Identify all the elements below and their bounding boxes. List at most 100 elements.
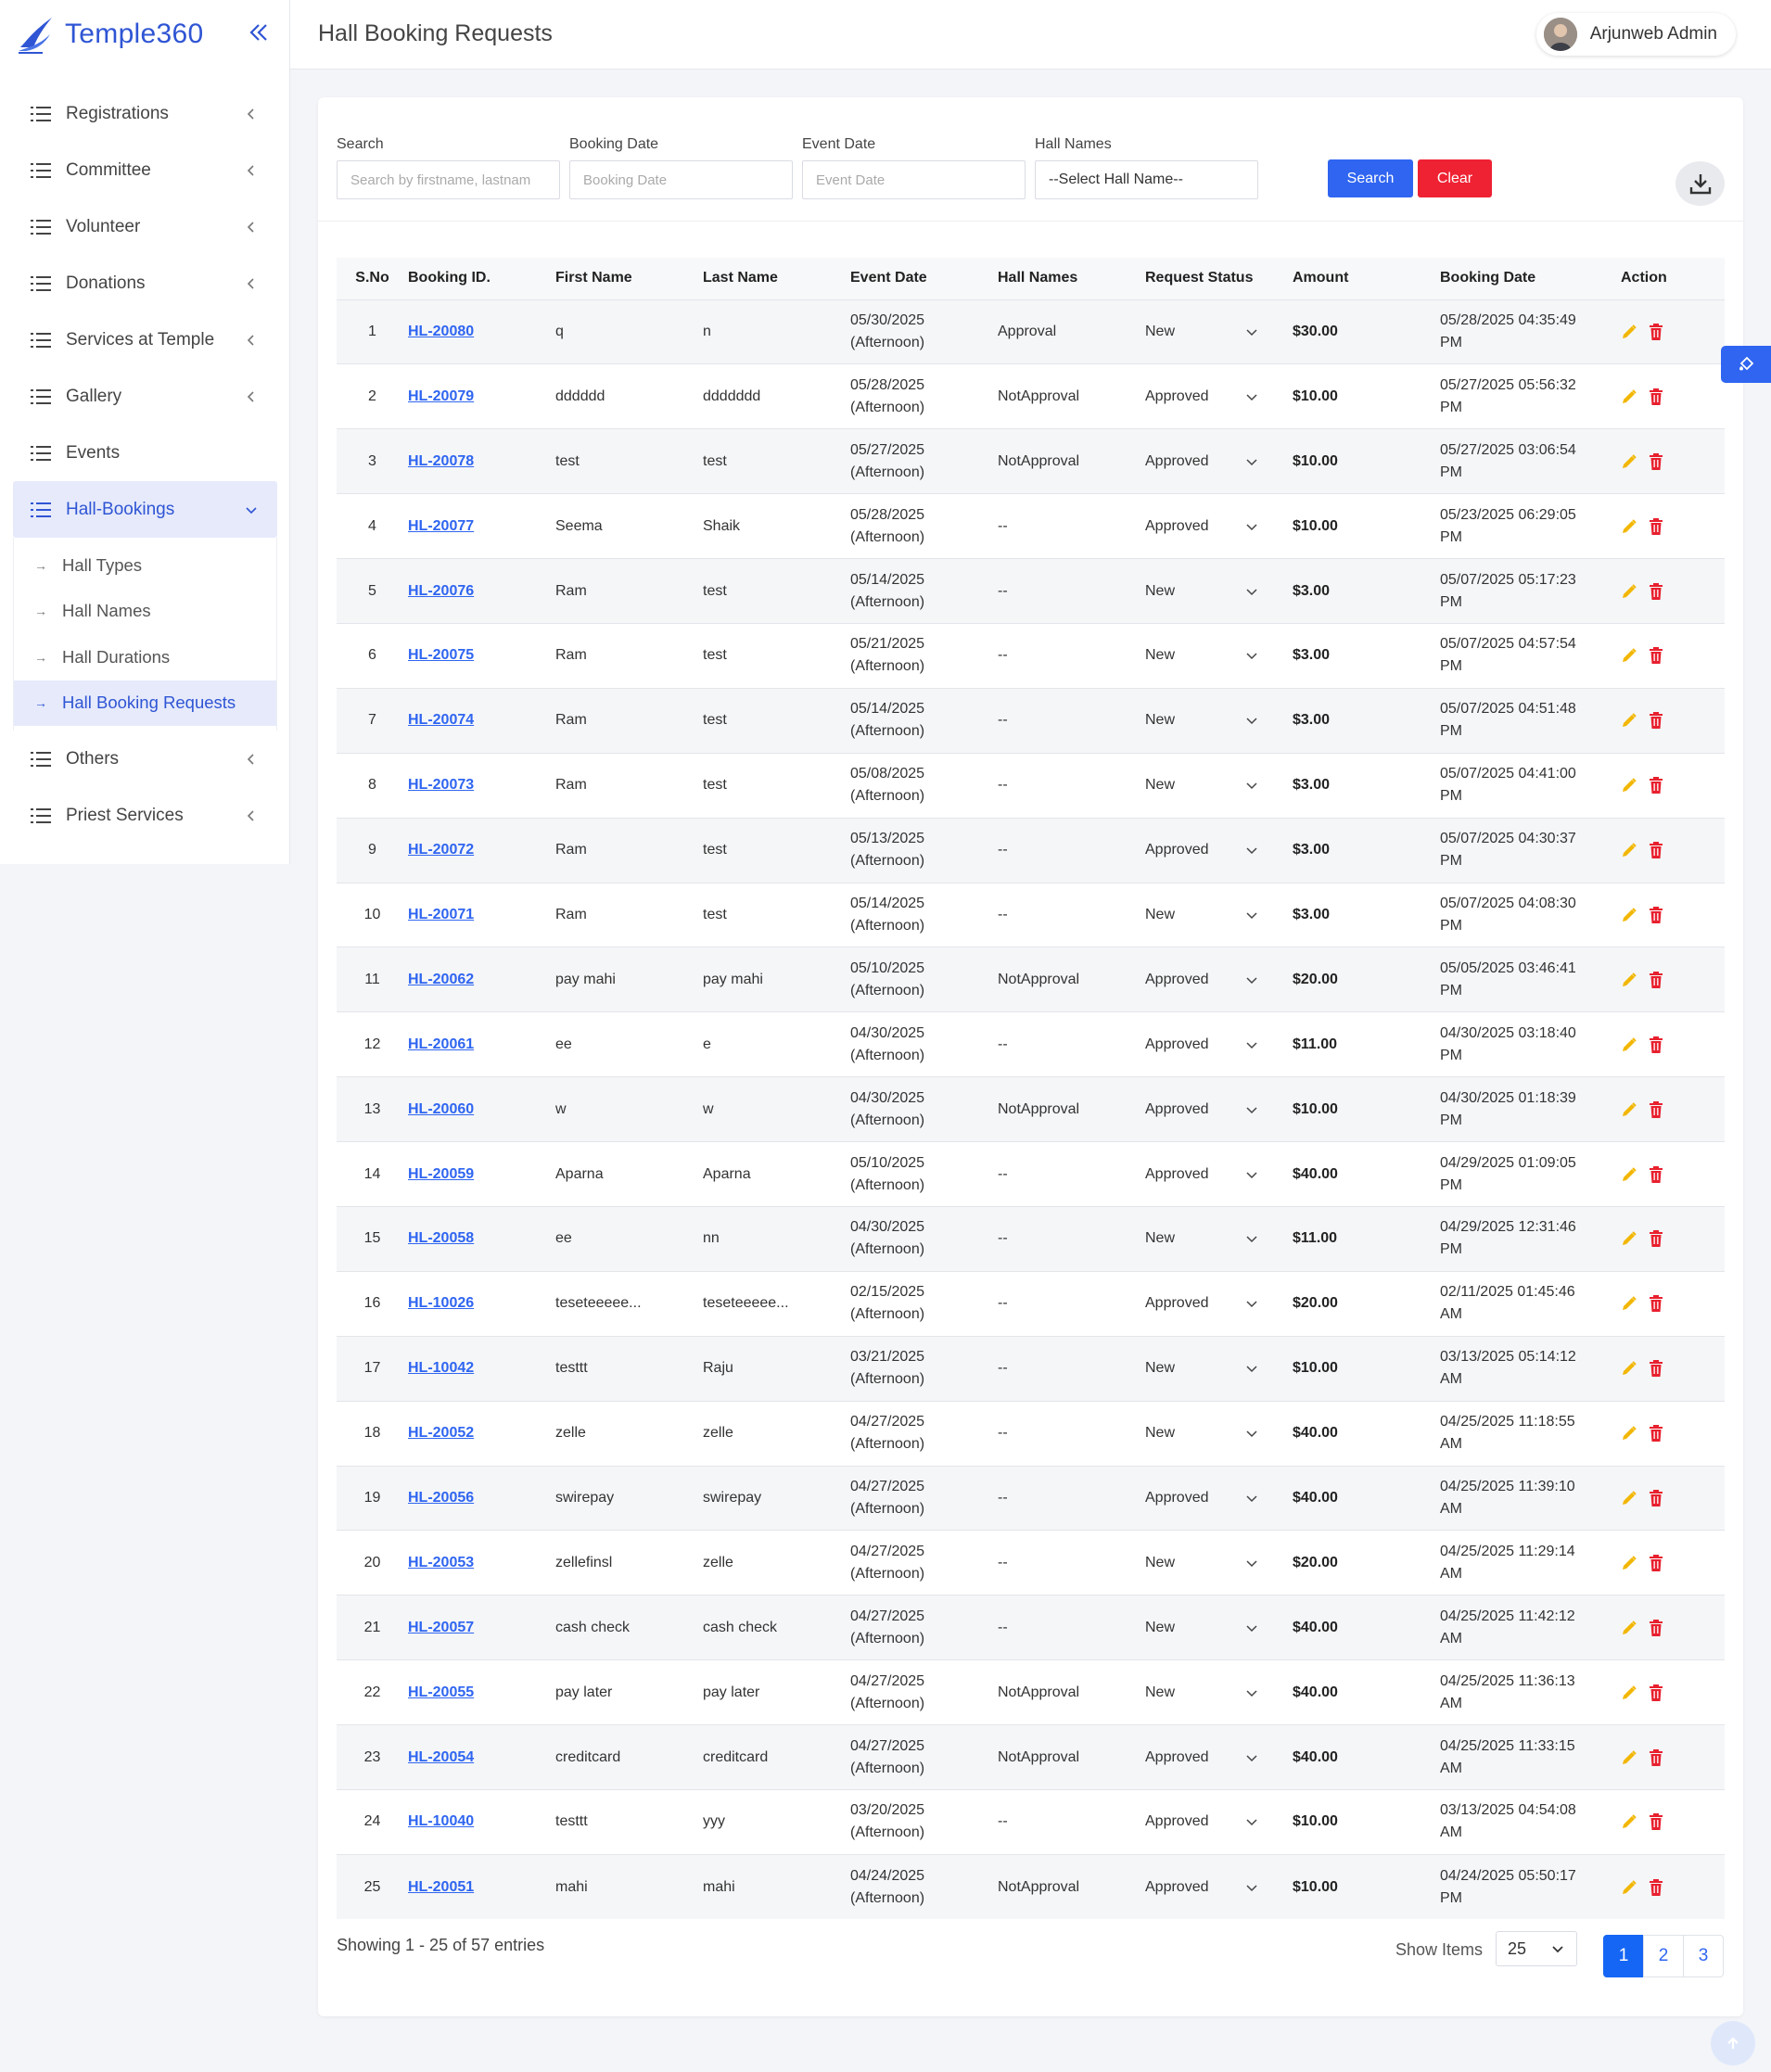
request-status-select[interactable]: Approved bbox=[1145, 969, 1258, 991]
sidebar-item-others[interactable]: Others bbox=[0, 731, 290, 787]
booking-id-link[interactable]: HL-20071 bbox=[408, 907, 474, 922]
booking-date-input[interactable]: Booking Date bbox=[569, 160, 793, 199]
booking-id-link[interactable]: HL-20060 bbox=[408, 1101, 474, 1117]
booking-id-link[interactable]: HL-20075 bbox=[408, 647, 474, 663]
booking-id-link[interactable]: HL-10026 bbox=[408, 1295, 474, 1311]
request-status-select[interactable]: Approved bbox=[1145, 1034, 1258, 1056]
delete-trash-icon[interactable] bbox=[1649, 323, 1663, 340]
booking-id-link[interactable]: HL-20054 bbox=[408, 1749, 474, 1765]
edit-pencil-icon[interactable] bbox=[1621, 1490, 1637, 1506]
booking-id-link[interactable]: HL-20079 bbox=[408, 388, 474, 404]
request-status-select[interactable]: New bbox=[1145, 774, 1258, 796]
delete-trash-icon[interactable] bbox=[1649, 582, 1663, 600]
request-status-select[interactable]: Approved bbox=[1145, 1163, 1258, 1186]
sidebar-item-donations[interactable]: Donations bbox=[0, 255, 290, 311]
hall-names-select[interactable]: --Select Hall Name-- bbox=[1035, 160, 1258, 199]
request-status-select[interactable]: New bbox=[1145, 580, 1258, 603]
request-status-select[interactable]: Approved bbox=[1145, 451, 1258, 473]
delete-trash-icon[interactable] bbox=[1649, 777, 1663, 794]
booking-id-link[interactable]: HL-10040 bbox=[408, 1813, 474, 1829]
event-date-input[interactable]: Event Date bbox=[802, 160, 1026, 199]
delete-trash-icon[interactable] bbox=[1649, 1230, 1663, 1248]
edit-pencil-icon[interactable] bbox=[1621, 388, 1637, 405]
booking-id-link[interactable]: HL-20077 bbox=[408, 518, 474, 534]
edit-pencil-icon[interactable] bbox=[1621, 647, 1637, 664]
booking-id-link[interactable]: HL-20051 bbox=[408, 1879, 474, 1895]
request-status-select[interactable]: Approved bbox=[1145, 839, 1258, 861]
scroll-to-top-button[interactable] bbox=[1711, 2021, 1755, 2066]
sidebar-item-services-at-temple[interactable]: Services at Temple bbox=[0, 311, 290, 368]
sidebar-item-registrations[interactable]: Registrations bbox=[0, 85, 290, 142]
sidebar-item-priest-services[interactable]: Priest Services bbox=[0, 787, 290, 844]
edit-pencil-icon[interactable] bbox=[1621, 1360, 1637, 1377]
collapse-sidebar-icon[interactable] bbox=[243, 17, 274, 48]
delete-trash-icon[interactable] bbox=[1649, 906, 1663, 923]
edit-pencil-icon[interactable] bbox=[1621, 1813, 1637, 1830]
delete-trash-icon[interactable] bbox=[1649, 1748, 1663, 1766]
delete-trash-icon[interactable] bbox=[1649, 1878, 1663, 1896]
request-status-select[interactable]: New bbox=[1145, 1552, 1258, 1574]
edit-pencil-icon[interactable] bbox=[1621, 1749, 1637, 1766]
delete-trash-icon[interactable] bbox=[1649, 1619, 1663, 1636]
edit-pencil-icon[interactable] bbox=[1621, 583, 1637, 600]
booking-id-link[interactable]: HL-20052 bbox=[408, 1425, 474, 1441]
delete-trash-icon[interactable] bbox=[1649, 971, 1663, 988]
delete-trash-icon[interactable] bbox=[1649, 1554, 1663, 1571]
delete-trash-icon[interactable] bbox=[1649, 1036, 1663, 1053]
sidebar-item-events[interactable]: Events bbox=[0, 425, 290, 481]
sidebar-subitem-hall-durations[interactable]: → Hall Durations bbox=[14, 634, 276, 680]
request-status-select[interactable]: New bbox=[1145, 904, 1258, 926]
delete-trash-icon[interactable] bbox=[1649, 1684, 1663, 1701]
user-menu[interactable]: Arjunweb Admin bbox=[1535, 13, 1736, 56]
request-status-select[interactable]: Approved bbox=[1145, 515, 1258, 538]
edit-pencil-icon[interactable] bbox=[1621, 1295, 1637, 1312]
edit-pencil-icon[interactable] bbox=[1621, 1425, 1637, 1442]
edit-pencil-icon[interactable] bbox=[1621, 1620, 1637, 1636]
delete-trash-icon[interactable] bbox=[1649, 1360, 1663, 1378]
booking-id-link[interactable]: HL-10042 bbox=[408, 1360, 474, 1376]
page-2-button[interactable]: 2 bbox=[1643, 1935, 1684, 1977]
delete-trash-icon[interactable] bbox=[1649, 388, 1663, 405]
page-1-button[interactable]: 1 bbox=[1603, 1935, 1644, 1977]
edit-pencil-icon[interactable] bbox=[1621, 1684, 1637, 1701]
sidebar-subitem-hall-names[interactable]: → Hall Names bbox=[14, 589, 276, 635]
request-status-select[interactable]: New bbox=[1145, 1617, 1258, 1639]
edit-pencil-icon[interactable] bbox=[1621, 1101, 1637, 1118]
edit-pencil-icon[interactable] bbox=[1621, 777, 1637, 794]
request-status-select[interactable]: Approved bbox=[1145, 1747, 1258, 1769]
delete-trash-icon[interactable] bbox=[1649, 647, 1663, 665]
booking-id-link[interactable]: HL-20055 bbox=[408, 1684, 474, 1700]
delete-trash-icon[interactable] bbox=[1649, 452, 1663, 470]
edit-pencil-icon[interactable] bbox=[1621, 712, 1637, 729]
edit-pencil-icon[interactable] bbox=[1621, 842, 1637, 858]
brand[interactable]: Temple360 bbox=[15, 11, 203, 57]
items-per-page-select[interactable]: 25 bbox=[1496, 1931, 1577, 1966]
request-status-select[interactable]: Approved bbox=[1145, 1292, 1258, 1315]
request-status-select[interactable]: New bbox=[1145, 1227, 1258, 1250]
booking-id-link[interactable]: HL-20058 bbox=[408, 1230, 474, 1246]
booking-id-link[interactable]: HL-20056 bbox=[408, 1490, 474, 1506]
sidebar-subitem-hall-types[interactable]: → Hall Types bbox=[14, 542, 276, 589]
booking-id-link[interactable]: HL-20080 bbox=[408, 324, 474, 339]
booking-id-link[interactable]: HL-20076 bbox=[408, 583, 474, 599]
sidebar-item-gallery[interactable]: Gallery bbox=[0, 368, 290, 425]
request-status-select[interactable]: Approved bbox=[1145, 1811, 1258, 1833]
delete-trash-icon[interactable] bbox=[1649, 1813, 1663, 1831]
request-status-select[interactable]: New bbox=[1145, 321, 1258, 343]
request-status-select[interactable]: New bbox=[1145, 709, 1258, 731]
delete-trash-icon[interactable] bbox=[1649, 517, 1663, 535]
sidebar-item-hall-bookings[interactable]: Hall-Bookings bbox=[13, 481, 277, 538]
booking-id-link[interactable]: HL-20057 bbox=[408, 1620, 474, 1635]
search-input[interactable]: Search by firstname, lastnam bbox=[337, 160, 560, 199]
search-button[interactable]: Search bbox=[1328, 159, 1413, 197]
edit-pencil-icon[interactable] bbox=[1621, 324, 1637, 340]
sidebar-item-volunteer[interactable]: Volunteer bbox=[0, 198, 290, 255]
edit-pencil-icon[interactable] bbox=[1621, 907, 1637, 923]
delete-trash-icon[interactable] bbox=[1649, 712, 1663, 730]
request-status-select[interactable]: Approved bbox=[1145, 1487, 1258, 1509]
booking-id-link[interactable]: HL-20072 bbox=[408, 842, 474, 858]
edit-pencil-icon[interactable] bbox=[1621, 1879, 1637, 1896]
request-status-select[interactable]: New bbox=[1145, 1422, 1258, 1444]
request-status-select[interactable]: New bbox=[1145, 644, 1258, 667]
edit-pencil-icon[interactable] bbox=[1621, 518, 1637, 535]
